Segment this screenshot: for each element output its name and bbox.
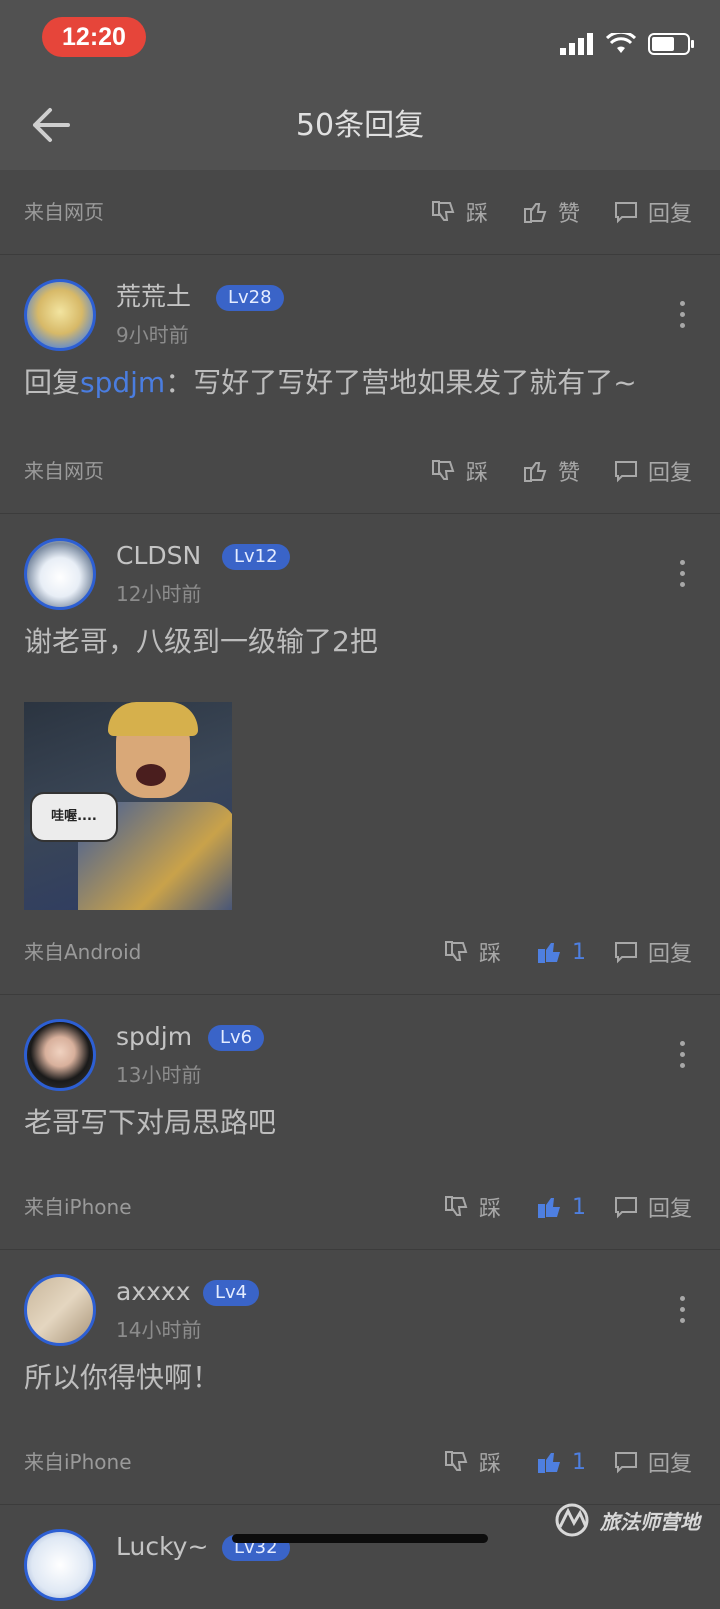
post-image[interactable]: 哇喔.... — [24, 702, 232, 910]
post-source: 来自网页 — [24, 459, 104, 483]
username[interactable]: Lucky~ — [116, 1531, 208, 1563]
camp-logo-icon — [555, 1503, 589, 1537]
page-title: 50条回复 — [295, 108, 425, 143]
battery-icon — [648, 33, 694, 55]
thumbs-down-icon — [432, 201, 455, 221]
mention-link[interactable]: spdjm — [80, 366, 165, 399]
more-icon[interactable] — [680, 301, 688, 334]
reply-button[interactable]: 回复 — [614, 910, 692, 994]
thumbs-up-filled-icon — [538, 1453, 560, 1473]
more-icon[interactable] — [680, 1041, 688, 1074]
action-row: 来自iPhone 踩 1 回复 — [0, 1165, 720, 1250]
avatar[interactable] — [24, 1019, 96, 1091]
post-time: 13小时前 — [116, 1063, 202, 1087]
username[interactable]: spdjm — [116, 1021, 192, 1053]
reply-button[interactable]: 回复 — [614, 1165, 692, 1249]
wifi-icon — [606, 33, 636, 53]
comment-icon — [615, 461, 637, 483]
home-indicator[interactable] — [232, 1534, 488, 1543]
reply-button[interactable]: 回复 — [614, 1420, 692, 1504]
post-time: 14小时前 — [116, 1318, 202, 1342]
post-source: 来自网页 — [24, 200, 104, 224]
post-content: 老哥写下对局思路吧 — [24, 1106, 277, 1139]
like-button[interactable]: 1 — [536, 1420, 586, 1504]
reply-item: CLDSN Lv12 12小时前 谢老哥，八级到一级输了2把 哇喔.... 来自… — [0, 514, 720, 995]
signal-icon — [560, 33, 593, 55]
level-badge: Lv6 — [208, 1025, 265, 1051]
reply-item: spdjm Lv6 13小时前 老哥写下对局思路吧 来自iPhone 踩 1 回… — [0, 995, 720, 1250]
reply-item: 荒荒土 Lv28 9小时前 回复spdjm：写好了写好了营地如果发了就有了~ 来… — [0, 255, 720, 514]
watermark: 旅法师营地 — [550, 1503, 700, 1537]
thumbs-up-filled-icon — [538, 943, 560, 963]
avatar[interactable] — [24, 279, 96, 351]
thumbs-up-icon — [524, 203, 547, 223]
reply-button[interactable]: 回复 — [614, 170, 692, 254]
more-icon[interactable] — [680, 1296, 688, 1329]
thumbs-down-icon — [445, 1451, 468, 1471]
status-bar: 12:20 — [0, 0, 720, 80]
avatar[interactable] — [24, 538, 96, 610]
status-time: 12:20 — [42, 17, 146, 57]
level-badge: Lv12 — [222, 544, 290, 570]
thumbs-down-icon — [445, 941, 468, 961]
dislike-button[interactable]: 踩 — [443, 910, 501, 994]
thumbs-up-filled-icon — [538, 1198, 560, 1218]
thumbs-down-icon — [445, 1196, 468, 1216]
comment-icon — [615, 1452, 637, 1474]
reply-button[interactable]: 回复 — [614, 429, 692, 513]
like-button[interactable]: 1 — [536, 910, 586, 994]
username[interactable]: axxxx — [116, 1276, 191, 1308]
action-row: 来自网页 踩 赞 回复 — [0, 170, 720, 255]
action-row: 来自网页 踩 赞 回复 — [0, 429, 720, 514]
dislike-button[interactable]: 踩 — [430, 170, 488, 254]
reply-item: axxxx Lv4 14小时前 所以你得快啊！ 来自iPhone 踩 1 回复 — [0, 1250, 720, 1505]
post-time: 9小时前 — [116, 323, 189, 347]
dislike-button[interactable]: 踩 — [443, 1165, 501, 1249]
post-content: 回复spdjm：写好了写好了营地如果发了就有了~ — [24, 366, 637, 399]
like-button[interactable]: 赞 — [522, 429, 580, 513]
post-content: 所以你得快啊！ — [24, 1361, 221, 1394]
username[interactable]: 荒荒土 — [116, 281, 191, 313]
comment-icon — [615, 942, 637, 964]
nav-bar: 50条回复 — [0, 80, 720, 170]
action-row: 来自Android 踩 1 回复 — [0, 910, 720, 995]
post-time: 12小时前 — [116, 582, 202, 606]
thumbs-down-icon — [432, 460, 455, 480]
like-button[interactable]: 赞 — [522, 170, 580, 254]
post-source: 来自iPhone — [24, 1450, 132, 1474]
post-source: 来自Android — [24, 940, 142, 964]
post-content: 谢老哥，八级到一级输了2把 — [24, 625, 378, 658]
avatar[interactable] — [24, 1274, 96, 1346]
post-source: 来自iPhone — [24, 1195, 132, 1219]
dislike-button[interactable]: 踩 — [443, 1420, 501, 1504]
dislike-button[interactable]: 踩 — [430, 429, 488, 513]
comment-icon — [615, 1197, 637, 1219]
thumbs-up-icon — [524, 462, 547, 482]
speech-bubble: 哇喔.... — [30, 792, 118, 842]
action-row: 来自iPhone 踩 1 回复 — [0, 1420, 720, 1505]
level-badge: Lv28 — [216, 285, 284, 311]
avatar[interactable] — [24, 1529, 96, 1601]
username[interactable]: CLDSN — [116, 540, 201, 572]
more-icon[interactable] — [680, 560, 688, 593]
reply-feed: 来自网页 踩 赞 回复 荒荒土 Lv28 9小时前 回复spdjm：写好了写好了… — [0, 170, 720, 1609]
like-button[interactable]: 1 — [536, 1165, 586, 1249]
comment-icon — [615, 202, 637, 224]
level-badge: Lv4 — [203, 1280, 260, 1306]
